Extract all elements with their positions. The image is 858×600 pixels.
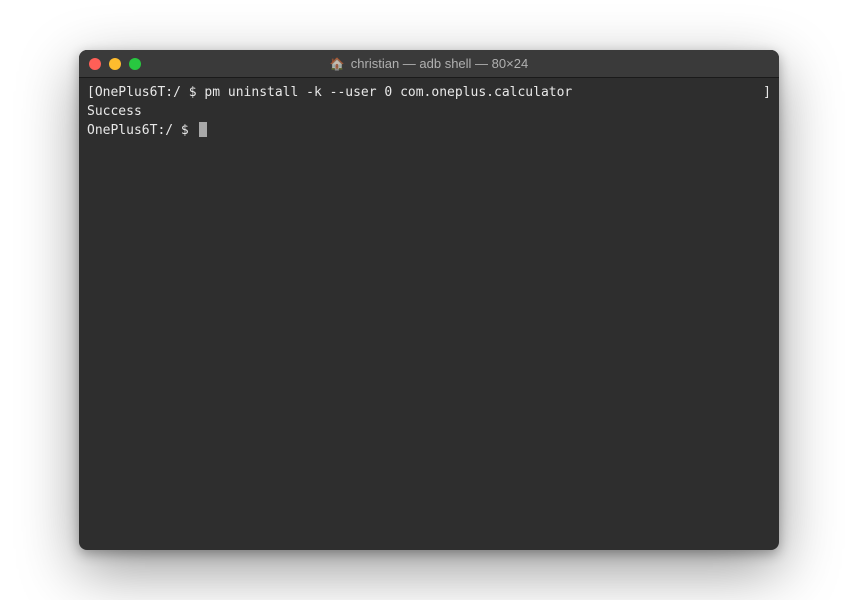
bracket-left: [	[87, 84, 95, 103]
window-title-text: christian — adb shell — 80×24	[351, 56, 528, 71]
prompt-text: OnePlus6T:/ $	[87, 122, 197, 141]
minimize-button[interactable]	[109, 58, 121, 70]
terminal-line: [ OnePlus6T:/ $ pm uninstall -k --user 0…	[87, 84, 771, 103]
home-icon: 🏠	[330, 57, 345, 71]
cursor	[199, 122, 207, 137]
terminal-window: 🏠 christian — adb shell — 80×24 [ OnePlu…	[79, 50, 779, 550]
command-text: OnePlus6T:/ $ pm uninstall -k --user 0 c…	[95, 84, 572, 103]
close-button[interactable]	[89, 58, 101, 70]
bracket-right: ]	[763, 84, 771, 103]
titlebar: 🏠 christian — adb shell — 80×24	[79, 50, 779, 78]
output-text: Success	[87, 103, 142, 122]
window-title: 🏠 christian — adb shell — 80×24	[330, 56, 528, 71]
terminal-line: OnePlus6T:/ $	[87, 122, 771, 141]
terminal-body[interactable]: [ OnePlus6T:/ $ pm uninstall -k --user 0…	[79, 78, 779, 550]
terminal-line: Success	[87, 103, 771, 122]
maximize-button[interactable]	[129, 58, 141, 70]
traffic-lights	[89, 58, 141, 70]
